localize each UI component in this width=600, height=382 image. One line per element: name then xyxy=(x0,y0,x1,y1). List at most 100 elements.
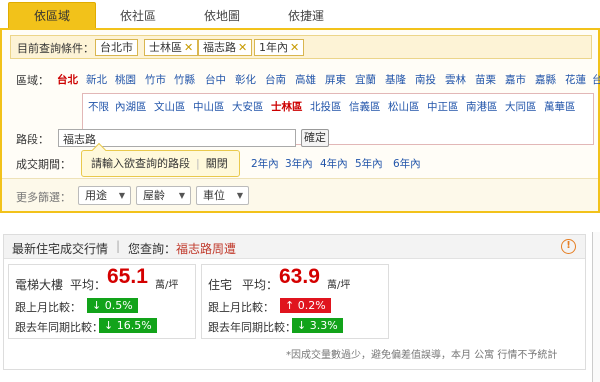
card-price: 63.9 xyxy=(279,265,320,288)
city-link[interactable]: 高雄 xyxy=(295,72,316,87)
road-tooltip: 請輸入欲查詢的路段 | 關閉 xyxy=(81,142,240,177)
results-header: 最新住宅成交行情 | 您查詢： 福志路周遭 ! xyxy=(4,235,585,259)
road-input[interactable]: 福志路 xyxy=(58,129,296,147)
period-link[interactable]: 6年內 xyxy=(393,156,421,171)
tab-bar: 依區域 依社區 依地圖 依捷運 xyxy=(0,0,600,30)
results-panel: 最新住宅成交行情 | 您查詢： 福志路周遭 ! 電梯大樓 平均： 65.1 萬/… xyxy=(3,234,586,370)
city-link[interactable]: 基隆 xyxy=(385,72,406,87)
results-separator: | xyxy=(116,239,121,253)
city-link[interactable]: 竹市 xyxy=(145,72,166,87)
district-link[interactable]: 萬華區 xyxy=(544,99,576,114)
district-link[interactable]: 信義區 xyxy=(349,99,381,114)
period-link[interactable]: 2年內 xyxy=(251,156,279,171)
mom-label: 跟上月比較： xyxy=(208,301,274,314)
condition-chip-district: 士林區 ✕ xyxy=(144,39,199,56)
tab-by-district[interactable]: 依區域 xyxy=(8,2,96,30)
card-type: 住宅 xyxy=(208,278,233,292)
chevron-down-icon: ▼ xyxy=(178,191,185,200)
city-link[interactable]: 嘉縣 xyxy=(535,72,556,87)
current-conditions-bar: 目前查詢條件： 台北市 士林區 ✕ 福志路 ✕ 1年內 ✕ xyxy=(10,35,592,59)
more-filters-label: 更多篩選： xyxy=(16,191,71,204)
tooltip-text: 請輸入欲查詢的路段 xyxy=(91,157,190,170)
chevron-down-icon: ▼ xyxy=(118,191,125,200)
district-link[interactable]: 內湖區 xyxy=(115,99,147,114)
chip-label: 1年內 xyxy=(259,41,288,54)
select-label: 車位 xyxy=(203,189,225,202)
conditions-label: 目前查詢條件： xyxy=(17,42,94,55)
confirm-button[interactable]: 確定 xyxy=(301,129,329,147)
card-unit: 萬/坪 xyxy=(155,280,179,291)
district-link[interactable]: 大安區 xyxy=(232,99,264,114)
chip-label: 台北市 xyxy=(100,41,133,54)
district-link[interactable]: 不限 xyxy=(88,99,109,114)
parking-select[interactable]: 車位 ▼ xyxy=(196,186,249,205)
card-avg-label: 平均： xyxy=(70,278,107,292)
tab-by-mrt[interactable]: 依捷運 xyxy=(264,3,348,29)
city-link[interactable]: 宜蘭 xyxy=(355,72,376,87)
query-label: 您查詢： xyxy=(128,242,177,256)
chevron-down-icon: ▼ xyxy=(236,191,243,200)
city-link[interactable]: 台南 xyxy=(265,72,286,87)
search-panel: 目前查詢條件： 台北市 士林區 ✕ 福志路 ✕ 1年內 ✕ 區域： 台北 新北 桃園 … xyxy=(0,28,600,213)
chip-label: 福志路 xyxy=(203,41,236,54)
condition-chip-period: 1年內 ✕ xyxy=(254,39,305,56)
district-link[interactable]: 松山區 xyxy=(388,99,420,114)
period-link[interactable]: 3年內 xyxy=(285,156,313,171)
card-type: 電梯大樓 xyxy=(15,278,64,292)
mom-label: 跟上月比較： xyxy=(15,301,81,314)
city-link[interactable]: 桃園 xyxy=(115,72,136,87)
city-link[interactable]: 彰化 xyxy=(235,72,256,87)
price-card-elevator: 電梯大樓 平均： 65.1 萬/坪 跟上月比較： ↓ 0.5% 跟去年同期比較：… xyxy=(8,264,196,339)
period-link[interactable]: 5年內 xyxy=(355,156,383,171)
tooltip-close-link[interactable]: 關閉 xyxy=(206,157,228,170)
chip-close-icon[interactable]: ✕ xyxy=(184,41,193,54)
tooltip-separator: | xyxy=(196,157,200,170)
region-label: 區域： xyxy=(16,74,49,87)
select-label: 用途 xyxy=(85,189,107,202)
more-filters-bar: 更多篩選： 用途 ▼ 屋齡 ▼ 車位 ▼ xyxy=(2,178,598,211)
city-link[interactable]: 台中 xyxy=(205,72,226,87)
select-label: 屋齡 xyxy=(143,189,165,202)
city-link[interactable]: 花蓮 xyxy=(565,72,586,87)
city-link[interactable]: 竹縣 xyxy=(174,72,195,87)
price-card-residence: 住宅 平均： 63.9 萬/坪 跟上月比較： ↑ 0.2% 跟去年同期比較： ↓… xyxy=(201,264,389,339)
tab-by-map[interactable]: 依地圖 xyxy=(180,3,264,29)
card-avg-label: 平均： xyxy=(242,278,279,292)
city-link[interactable]: 南投 xyxy=(415,72,436,87)
city-link[interactable]: 屏東 xyxy=(325,72,346,87)
chip-close-icon[interactable]: ✕ xyxy=(290,41,299,54)
mom-badge: ↓ 0.5% xyxy=(87,298,138,313)
alert-icon[interactable]: ! xyxy=(561,239,576,254)
city-link[interactable]: 雲林 xyxy=(445,72,466,87)
chip-close-icon[interactable]: ✕ xyxy=(238,41,247,54)
footnote: *因成交量數過少，避免偏差值誤導，本月 公寓 行情不予統計 xyxy=(286,350,558,361)
results-title: 最新住宅成交行情 xyxy=(12,242,109,256)
road-label: 路段： xyxy=(16,133,49,146)
district-link[interactable]: 中山區 xyxy=(193,99,225,114)
condition-chip-city: 台北市 xyxy=(95,39,138,56)
scrollbar-edge xyxy=(592,232,600,382)
district-link[interactable]: 南港區 xyxy=(466,99,498,114)
yoy-badge: ↓ 3.3% xyxy=(292,318,343,333)
city-link[interactable]: 新北 xyxy=(86,72,107,87)
city-link[interactable]: 苗栗 xyxy=(475,72,496,87)
period-label: 成交期間： xyxy=(16,158,71,171)
district-link-shilin[interactable]: 士林區 xyxy=(271,99,303,114)
chip-label: 士林區 xyxy=(149,41,182,54)
district-link[interactable]: 北投區 xyxy=(310,99,342,114)
city-link[interactable]: 嘉市 xyxy=(505,72,526,87)
query-value: 福志路周遭 xyxy=(176,242,237,256)
building-age-select[interactable]: 屋齡 ▼ xyxy=(136,186,191,205)
tab-by-community[interactable]: 依社區 xyxy=(96,3,180,29)
period-link[interactable]: 4年內 xyxy=(320,156,348,171)
city-link-taipei[interactable]: 台北 xyxy=(57,72,78,87)
usage-select[interactable]: 用途 ▼ xyxy=(78,186,131,205)
district-link[interactable]: 大同區 xyxy=(505,99,537,114)
city-link[interactable]: 台東 xyxy=(592,72,600,87)
yoy-label: 跟去年同期比較： xyxy=(15,321,103,334)
district-link[interactable]: 文山區 xyxy=(154,99,186,114)
district-link[interactable]: 中正區 xyxy=(427,99,459,114)
card-unit: 萬/坪 xyxy=(327,280,351,291)
yoy-label: 跟去年同期比較： xyxy=(208,321,296,334)
mom-badge: ↑ 0.2% xyxy=(280,298,331,313)
